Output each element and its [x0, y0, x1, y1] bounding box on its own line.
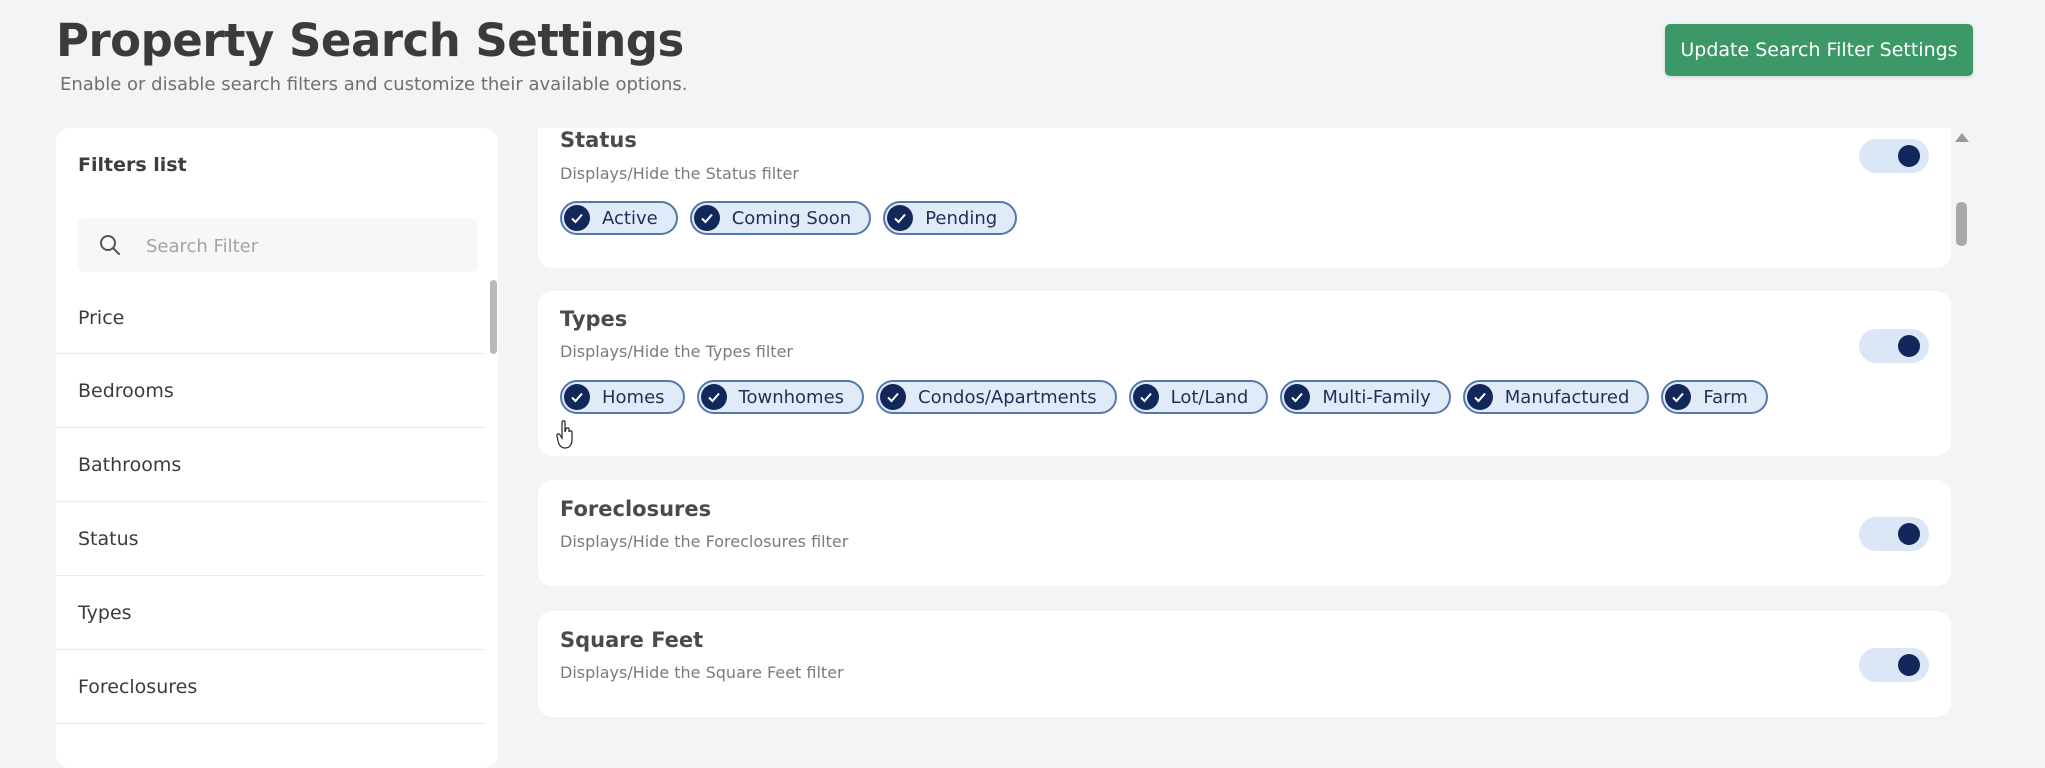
card-title: Foreclosures: [560, 497, 712, 521]
card-description: Displays/Hide the Square Feet filter: [560, 663, 844, 682]
status-options: Active Coming Soon Pending: [560, 201, 1018, 235]
option-chip-condos-apartments[interactable]: Condos/Apartments: [876, 380, 1117, 414]
check-icon: [880, 384, 907, 410]
filter-item-types[interactable]: Types: [56, 576, 486, 650]
toggle-knob: [1898, 523, 1920, 545]
check-icon: [564, 384, 590, 410]
status-toggle[interactable]: [1859, 139, 1929, 173]
check-icon: [700, 384, 727, 410]
check-icon: [1132, 384, 1159, 410]
page-title: Property Search Settings: [56, 14, 684, 67]
chip-label: Townhomes: [738, 386, 845, 408]
card-title: Types: [560, 307, 628, 331]
option-chip-multi-family[interactable]: Multi-Family: [1280, 380, 1451, 414]
card-title: Status: [560, 128, 637, 152]
card-description: Displays/Hide the Types filter: [560, 342, 793, 361]
chip-label: Pending: [925, 207, 998, 229]
toggle-knob: [1898, 335, 1920, 357]
search-icon: [100, 235, 120, 255]
chip-label: Multi-Family: [1322, 386, 1431, 408]
check-icon: [1284, 384, 1311, 410]
card-description: Displays/Hide the Foreclosures filter: [560, 532, 849, 551]
option-chip-pending[interactable]: Pending: [883, 201, 1018, 235]
filter-card-foreclosures: Foreclosures Displays/Hide the Foreclosu…: [538, 480, 1951, 586]
filters-panel: Filters list Price Bedrooms Bathrooms St…: [56, 128, 498, 768]
chip-label: Coming Soon: [731, 207, 852, 229]
main-scrollbar[interactable]: [1956, 202, 1967, 246]
types-toggle[interactable]: [1859, 329, 1929, 363]
filters-list-scrollbar[interactable]: [490, 280, 497, 354]
scroll-up-arrow-icon[interactable]: [1955, 133, 1969, 142]
chip-label: Manufactured: [1504, 386, 1630, 408]
filter-item-bathrooms[interactable]: Bathrooms: [56, 428, 486, 502]
card-title: Square Feet: [560, 628, 704, 652]
filter-card-status: Status Displays/Hide the Status filter A…: [538, 128, 1951, 268]
option-chip-townhomes[interactable]: Townhomes: [696, 380, 865, 414]
check-icon: [1665, 384, 1692, 410]
filter-item-bedrooms[interactable]: Bedrooms: [56, 354, 486, 428]
foreclosures-toggle[interactable]: [1859, 517, 1929, 551]
check-icon: [693, 205, 720, 231]
card-description: Displays/Hide the Status filter: [560, 164, 799, 183]
option-chip-coming-soon[interactable]: Coming Soon: [689, 201, 872, 235]
hand-cursor-icon: [556, 420, 573, 449]
filter-card-square-feet: Square Feet Displays/Hide the Square Fee…: [538, 611, 1951, 717]
chip-label: Farm: [1703, 386, 1748, 408]
chip-label: Condos/Apartments: [918, 386, 1097, 408]
filter-item-price[interactable]: Price: [56, 294, 486, 354]
toggle-knob: [1898, 654, 1920, 676]
check-icon: [1466, 384, 1493, 410]
filter-cards-area: Status Displays/Hide the Status filter A…: [538, 128, 1958, 737]
chip-label: Active: [602, 207, 658, 229]
filters-list-title: Filters list: [78, 154, 187, 176]
option-chip-active[interactable]: Active: [560, 201, 678, 235]
types-options: Homes Townhomes Condos/Apartments Lot/La…: [560, 380, 1768, 414]
filter-item-foreclosures[interactable]: Foreclosures: [56, 650, 486, 724]
page-subtitle: Enable or disable search filters and cus…: [60, 74, 688, 95]
filter-item-status[interactable]: Status: [56, 502, 486, 576]
filter-card-types: Types Displays/Hide the Types filter Hom…: [538, 291, 1951, 456]
search-filter-input[interactable]: [144, 218, 468, 274]
square-feet-toggle[interactable]: [1859, 648, 1929, 682]
update-search-filter-settings-button[interactable]: Update Search Filter Settings: [1665, 24, 1973, 76]
chip-label: Homes: [602, 386, 665, 408]
filters-list: Price Bedrooms Bathrooms Status Types Fo…: [56, 294, 486, 724]
check-icon: [564, 205, 590, 231]
option-chip-farm[interactable]: Farm: [1661, 380, 1768, 414]
option-chip-lot-land[interactable]: Lot/Land: [1128, 380, 1269, 414]
search-filter-box[interactable]: [78, 218, 478, 274]
toggle-knob: [1898, 145, 1920, 167]
check-icon: [887, 205, 914, 231]
option-chip-homes[interactable]: Homes: [560, 380, 685, 414]
option-chip-manufactured[interactable]: Manufactured: [1462, 380, 1650, 414]
chip-label: Lot/Land: [1170, 386, 1249, 408]
